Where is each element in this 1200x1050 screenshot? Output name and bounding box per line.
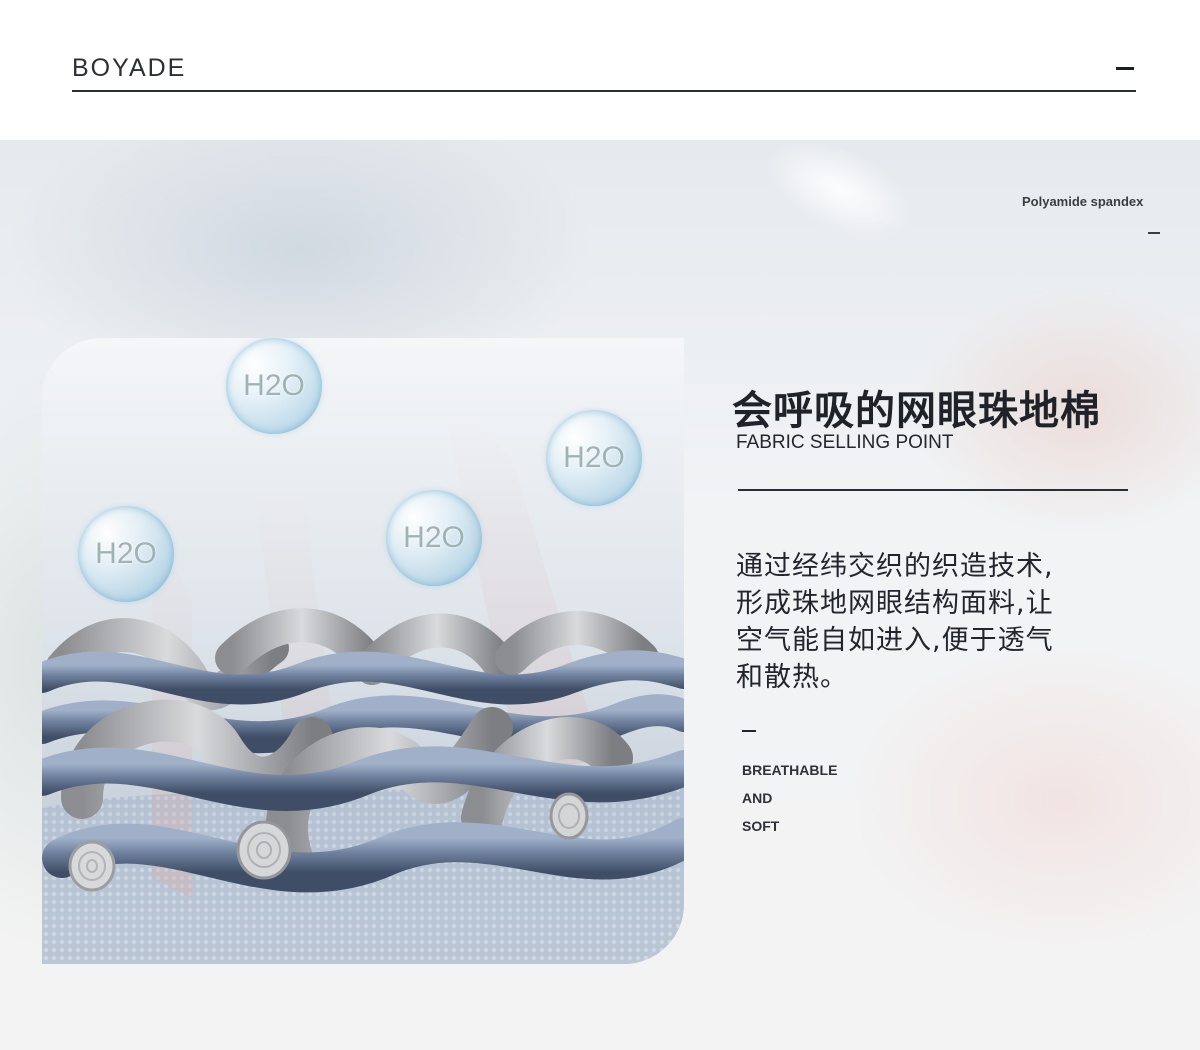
hero-section: Polyamide spandex H2O H2O H2O H2O 会呼吸的网眼… — [0, 140, 1200, 1050]
page-header: BOYADE — [0, 0, 1200, 140]
fabric-weave-illustration: H2O H2O H2O H2O — [42, 338, 684, 964]
feature-description: 通过经纬交织的织造技术, 形成珠地网眼结构面料,让 空气能自如进入,便于透气 和… — [736, 548, 1126, 696]
title-divider — [738, 489, 1128, 491]
feature-keywords: BREATHABLE AND SOFT — [742, 760, 837, 844]
water-bubble-icon: H2O — [386, 490, 482, 586]
description-line: 通过经纬交织的织造技术, — [736, 551, 1054, 582]
feature-keyword: SOFT — [742, 818, 780, 834]
feature-subtitle: FABRIC SELLING POINT — [736, 432, 954, 453]
menu-dash-icon[interactable] — [1116, 67, 1134, 70]
material-dash — [1148, 232, 1160, 234]
description-dash — [742, 730, 756, 732]
feature-keyword: AND — [742, 790, 773, 806]
header-divider — [72, 90, 1136, 92]
material-label: Polyamide spandex — [1022, 194, 1144, 209]
description-line: 形成珠地网眼结构面料,让 — [736, 588, 1054, 619]
description-line: 和散热。 — [736, 662, 848, 693]
feature-keyword: BREATHABLE — [742, 762, 838, 778]
feature-title: 会呼吸的网眼珠地棉 — [732, 388, 1101, 434]
water-bubble-icon: H2O — [226, 338, 322, 434]
water-bubble-icon: H2O — [78, 506, 174, 602]
description-line: 空气能自如进入,便于透气 — [736, 625, 1054, 656]
brand-logo: BOYADE — [72, 54, 187, 82]
water-bubble-icon: H2O — [546, 410, 642, 506]
background-haze — [750, 140, 930, 261]
